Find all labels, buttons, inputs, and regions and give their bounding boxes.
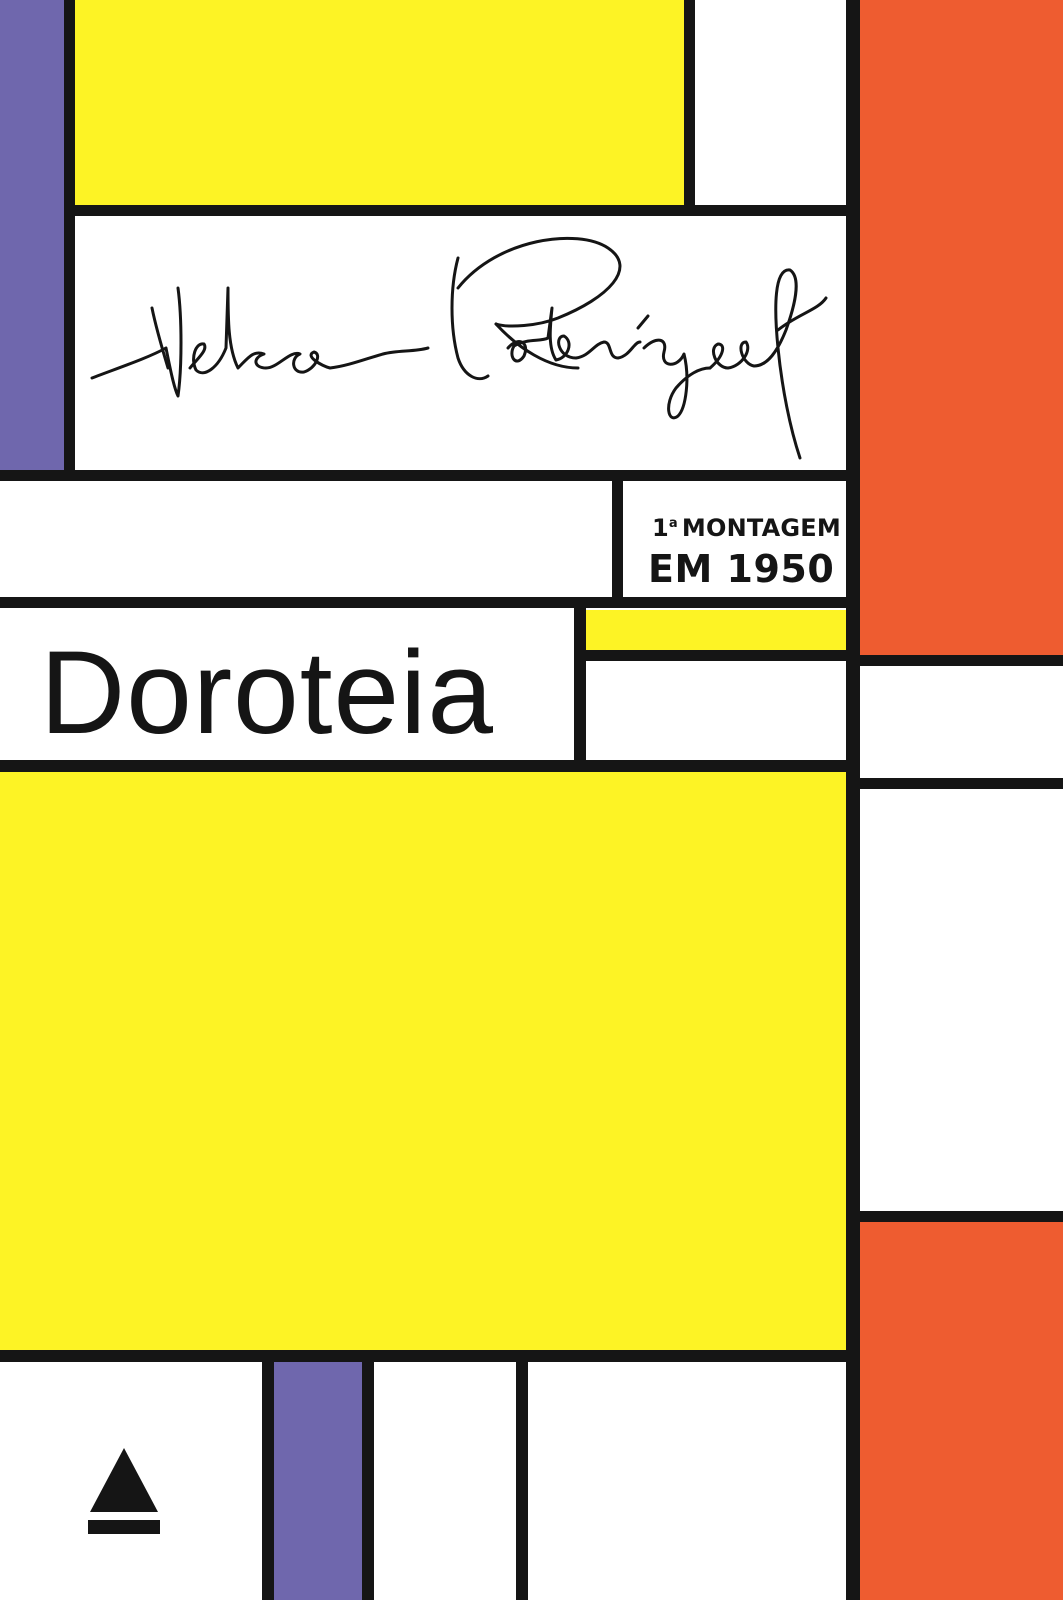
yellow-block-large [0, 772, 848, 1350]
grid-line [684, 0, 695, 216]
grid-line [576, 650, 860, 661]
badge-ordinal: 1 [652, 514, 669, 542]
grid-line [362, 1362, 374, 1600]
grid-line [0, 597, 860, 608]
grid-line [848, 778, 1063, 789]
purple-block-top-left [0, 0, 66, 472]
book-title: Doroteia [40, 627, 495, 759]
yellow-strip-middle [586, 610, 846, 650]
triangle-logo-icon [88, 1448, 160, 1534]
badge-ordinal-suffix: a [668, 516, 678, 531]
grid-line [516, 1362, 528, 1600]
badge-year: EM 1950 [648, 547, 835, 591]
yellow-block-top [74, 0, 684, 205]
grid-line [262, 1362, 274, 1600]
badge-montagem: MONTAGEM [681, 514, 841, 542]
orange-block-top-right [860, 0, 1063, 655]
grid-line [0, 1350, 860, 1362]
grid-line [64, 0, 75, 481]
grid-line [612, 481, 623, 608]
grid-line [66, 205, 860, 216]
orange-block-bottom-right [860, 1222, 1063, 1600]
author-signature [90, 236, 828, 460]
grid-line [848, 655, 1063, 666]
book-cover: 1a MONTAGEM EM 1950 Doroteia [0, 0, 1063, 1600]
purple-block-bottom [274, 1362, 362, 1600]
badge-first-line: 1a MONTAGEM [652, 514, 862, 542]
grid-line [848, 1211, 1063, 1222]
grid-line [0, 470, 860, 481]
